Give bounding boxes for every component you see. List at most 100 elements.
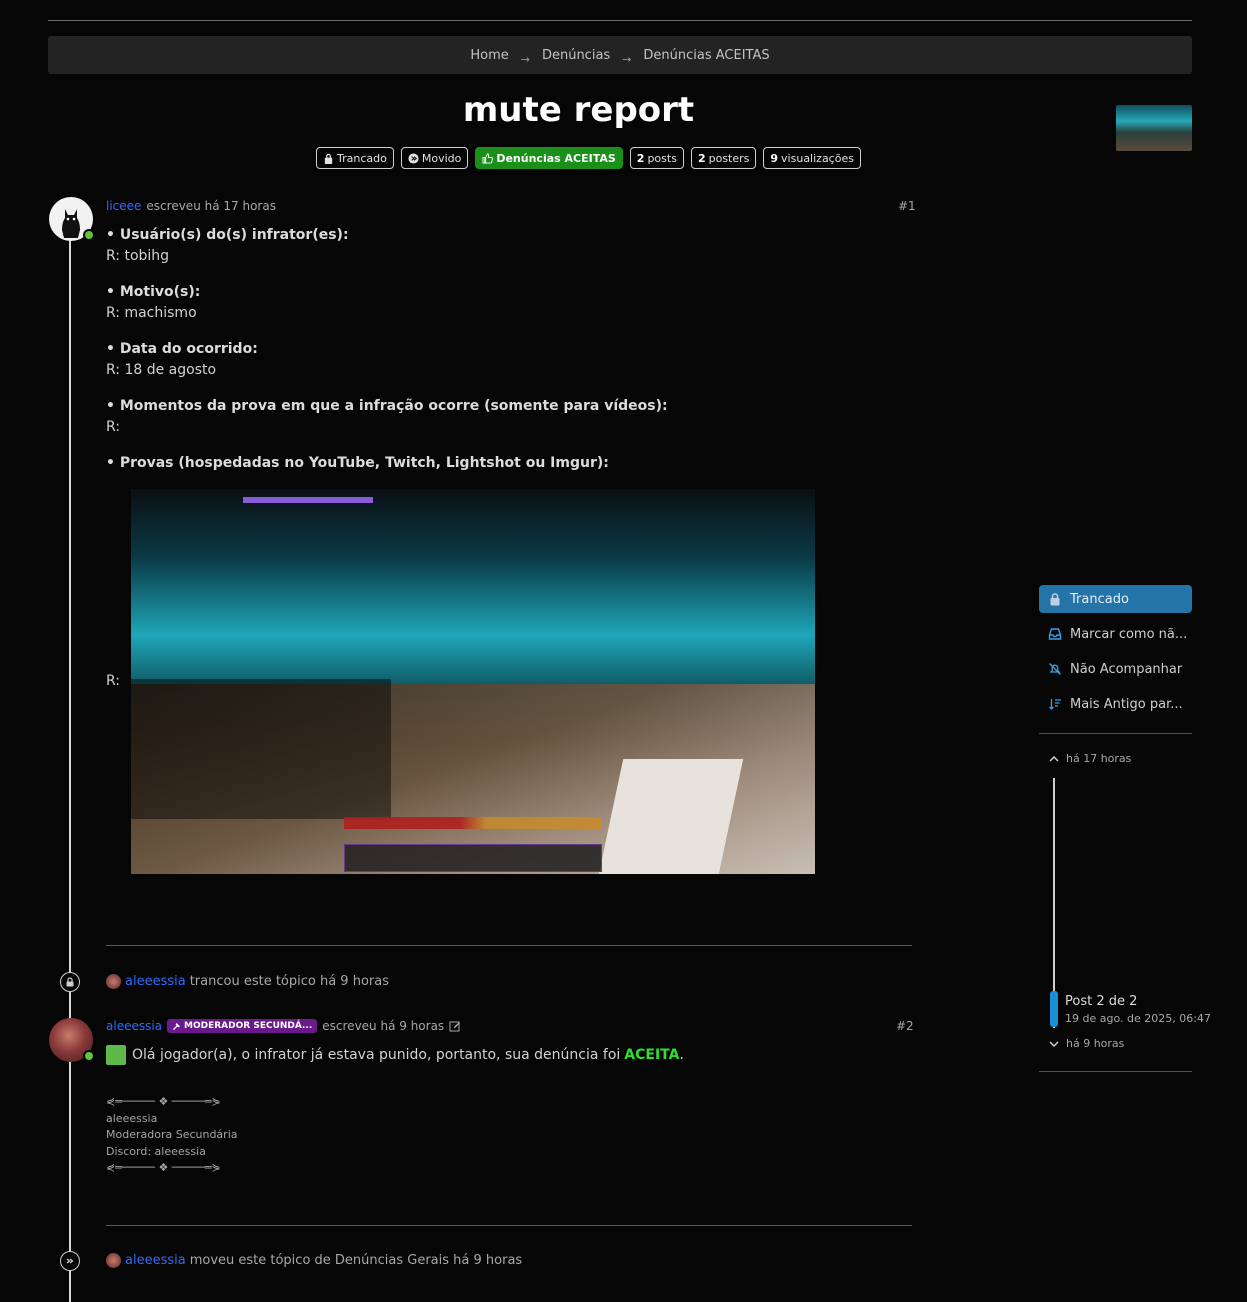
lock-event-icon [60, 972, 80, 992]
move-event: aleeessia moveu este tópico de Denúncias… [106, 1253, 522, 1268]
signature-name: aleeessia [106, 1111, 158, 1125]
answer-date: R: 18 de agosto [106, 362, 217, 378]
topic-thumbnail[interactable] [1116, 105, 1192, 151]
green-square-emoji-icon [106, 1045, 126, 1065]
mark-unread-label: Marcar como nã... [1070, 626, 1188, 642]
category-badge-label: Denúncias ACEITAS [496, 151, 616, 165]
timeline-start-label: há 17 horas [1066, 752, 1132, 765]
answer-infractor: R: tobihg [106, 248, 170, 264]
breadcrumb-separator: → [622, 52, 632, 66]
unwatch-button[interactable]: Não Acompanhar [1039, 655, 1192, 683]
post-stream-line [69, 230, 71, 1302]
locked-button[interactable]: Trancado [1039, 585, 1192, 613]
moved-badge: Movido [400, 147, 469, 169]
post-2-highlight: ACEITA [624, 1047, 680, 1063]
post-1-header: liceee escreveu há 17 horas [106, 199, 276, 213]
breadcrumb-home[interactable]: Home [470, 48, 508, 63]
views-label: visualizações [781, 151, 854, 165]
lock-icon [1050, 593, 1060, 606]
lock-icon [66, 977, 74, 987]
chevron-down-icon [1049, 1040, 1059, 1047]
posters-count-badge: 2 posters [690, 147, 757, 169]
post-2-meta: escreveu há 9 horas [322, 1019, 445, 1033]
game-bossbar [243, 497, 373, 503]
game-hand [598, 759, 744, 874]
post-divider [106, 945, 912, 946]
post-2-username[interactable]: aleeessia [106, 1019, 162, 1033]
post-2-header: aleeessia MODERADOR SECUNDÁ... escreveu … [106, 1019, 461, 1033]
avatar[interactable] [106, 974, 121, 989]
locked-badge-label: Trancado [337, 151, 387, 165]
post-2-body: Olá jogador(a), o infrator já estava pun… [106, 1045, 684, 1065]
unwatch-label: Não Acompanhar [1070, 661, 1183, 677]
post-1-body: • Usuário(s) do(s) infrator(es): R: tobih… [106, 225, 916, 489]
timeline-handle[interactable] [1050, 991, 1058, 1027]
post-1-username[interactable]: liceee [106, 199, 141, 213]
posts-label: posts [647, 151, 677, 165]
inbox-icon [1048, 628, 1062, 640]
lock-icon [324, 153, 333, 164]
online-indicator [83, 1050, 95, 1062]
question-moments: • Momentos da prova em que a infração oc… [106, 398, 668, 414]
signature-decoration: ⋞═───── ❖ ─────═⋟ [106, 1161, 221, 1174]
post-divider [106, 1225, 912, 1226]
signature-discord: Discord: aleeessia [106, 1144, 206, 1158]
timeline-post-date: 19 de ago. de 2025, 06:47 [1065, 1012, 1211, 1025]
chevron-up-icon [1049, 755, 1059, 762]
move-event-text: moveu este tópico de Denúncias Gerais há… [189, 1253, 523, 1268]
lock-event-text: trancou este tópico há 9 horas [189, 974, 389, 989]
proof-screenshot[interactable] [131, 489, 815, 874]
move-event-username[interactable]: aleeessia [125, 1253, 186, 1268]
sort-button[interactable]: Mais Antigo par... [1039, 690, 1192, 718]
moderator-badge[interactable]: MODERADOR SECUNDÁ... [167, 1019, 318, 1033]
category-badge[interactable]: Denúncias ACEITAS [475, 147, 623, 169]
sort-label: Mais Antigo par... [1070, 696, 1183, 712]
online-indicator [83, 229, 95, 241]
timeline-start[interactable]: há 17 horas [1048, 752, 1131, 765]
breadcrumb-separator: → [520, 52, 530, 66]
topic-title: mute report [462, 90, 695, 130]
posters-count: 2 [697, 151, 706, 165]
question-reason: • Motivo(s): [106, 284, 201, 300]
timeline-end-label: há 9 horas [1066, 1037, 1125, 1050]
user-signature: ⋞═───── ❖ ─────═⋟ aleeessia Moderadora S… [106, 1094, 238, 1177]
post-2-number[interactable]: #2 [896, 1019, 914, 1033]
views-count: 9 [770, 151, 779, 165]
sidebar-divider [1039, 733, 1192, 734]
posters-label: posters [708, 151, 750, 165]
topic-badges: Trancado Movido Denúncias ACEITAS 2 post… [316, 147, 861, 169]
answer-reason: R: machismo [106, 305, 197, 321]
posts-count: 2 [636, 151, 645, 165]
moved-icon [408, 152, 419, 164]
sort-icon [1049, 699, 1061, 710]
timeline-end[interactable]: há 9 horas [1048, 1037, 1124, 1050]
sidebar-divider [1039, 1071, 1192, 1072]
edit-icon[interactable] [449, 1020, 461, 1032]
post-1-meta: escreveu há 17 horas [146, 199, 276, 213]
mark-unread-button[interactable]: Marcar como nã... [1039, 620, 1192, 648]
avatar[interactable] [106, 1253, 121, 1268]
question-date: • Data do ocorrido: [106, 341, 258, 357]
game-health-bar [344, 817, 602, 829]
breadcrumb-denuncias[interactable]: Denúncias [542, 48, 610, 63]
lock-event-username[interactable]: aleeessia [125, 974, 186, 989]
hammer-icon [172, 1022, 181, 1030]
bell-slash-icon [1049, 663, 1061, 675]
post-2-text: Olá jogador(a), o infrator já estava pun… [132, 1047, 621, 1063]
signature-role: Moderadora Secundária [106, 1128, 238, 1141]
move-event-icon [60, 1251, 80, 1271]
thumbs-up-icon [482, 152, 494, 164]
posts-count-badge: 2 posts [629, 147, 684, 169]
post-1-number[interactable]: #1 [898, 199, 916, 213]
game-hotbar [344, 844, 602, 872]
locked-button-label: Trancado [1070, 591, 1129, 607]
lock-event: aleeessia trancou este tópico há 9 horas [106, 974, 389, 989]
question-proofs: • Provas (hospedadas no YouTube, Twitch,… [106, 455, 609, 471]
timeline-post-position: Post 2 de 2 [1065, 994, 1138, 1009]
views-count-badge: 9 visualizações [763, 147, 861, 169]
answer-moments: R: [106, 419, 121, 435]
breadcrumb-denuncias-aceitas[interactable]: Denúncias ACEITAS [643, 48, 769, 63]
top-divider [48, 20, 1192, 21]
moved-badge-label: Movido [421, 151, 462, 165]
answer-proofs: R: [106, 673, 121, 689]
